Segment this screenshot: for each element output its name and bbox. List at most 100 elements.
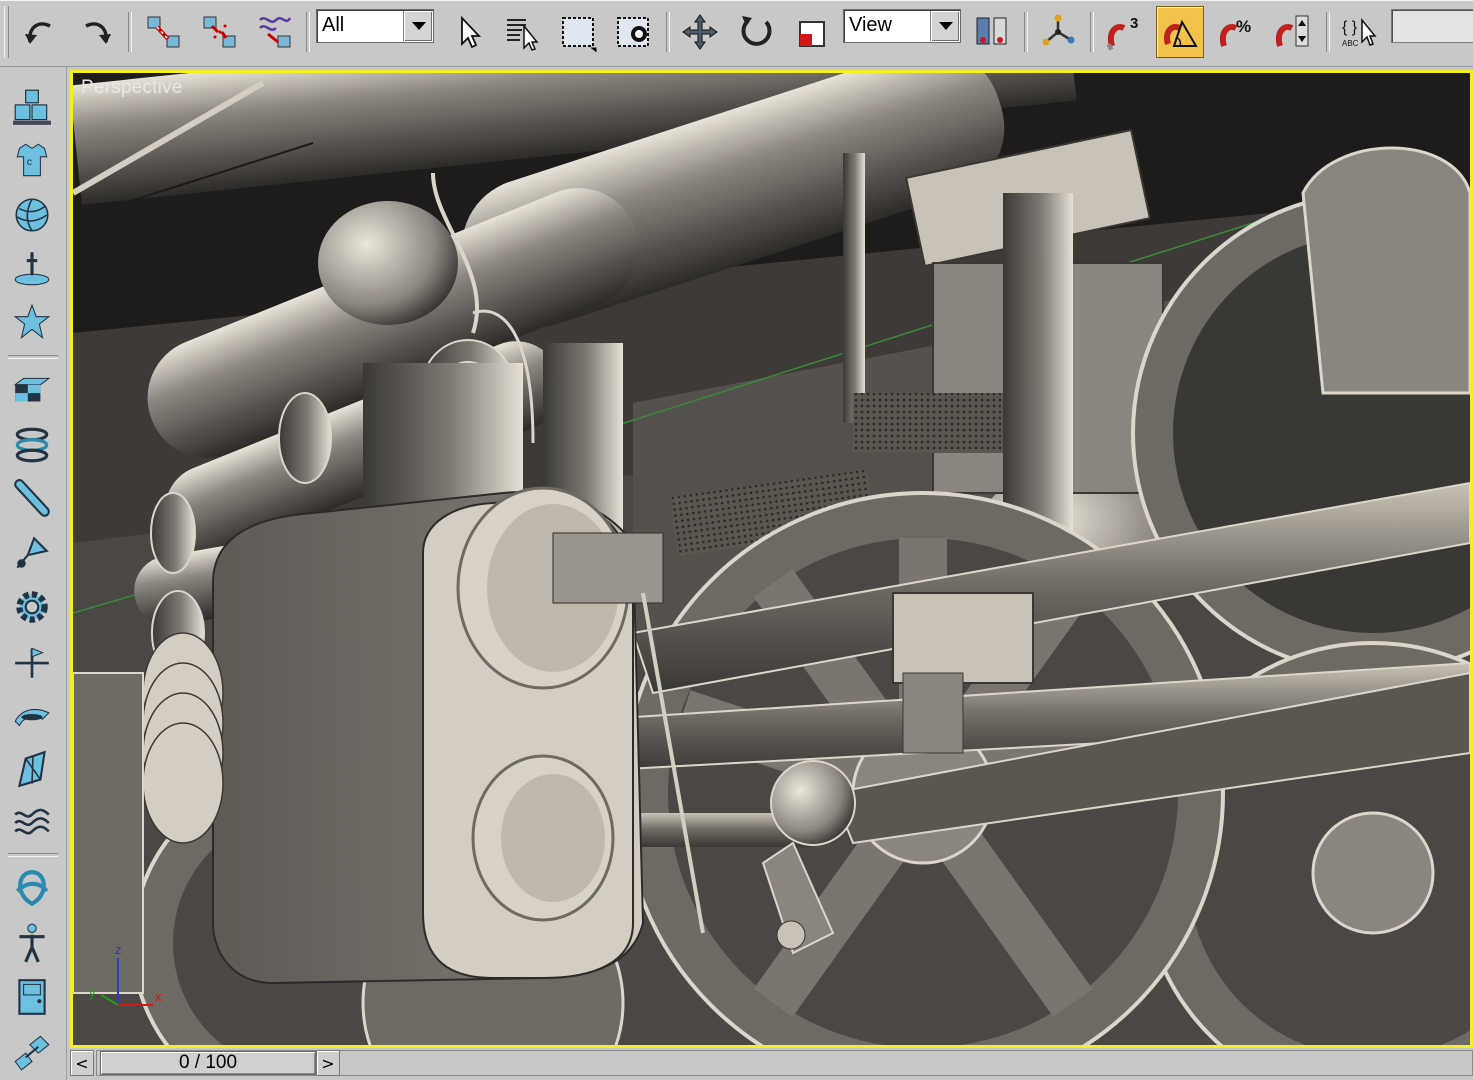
helpers-icon <box>15 647 49 678</box>
wave-icon <box>14 808 50 835</box>
percent-snap-toggle-button[interactable]: % <box>1212 6 1260 58</box>
wave-button[interactable] <box>8 799 56 847</box>
bind-to-space-warp-button[interactable] <box>252 6 300 58</box>
spinner-snap-toggle-button[interactable] <box>1268 6 1316 58</box>
angle-snap-toggle-button[interactable] <box>1156 6 1204 58</box>
lights-button[interactable] <box>8 245 56 293</box>
move-icon <box>682 14 718 50</box>
particles-icon <box>13 303 51 340</box>
deform-button[interactable] <box>8 745 56 793</box>
gear-button[interactable] <box>8 583 56 631</box>
locomotive-render: z x y <box>73 73 1470 1045</box>
redo-button[interactable] <box>72 6 120 58</box>
time-prev-button[interactable]: < <box>70 1050 94 1076</box>
chevron-down-icon[interactable] <box>403 11 432 41</box>
pivot-center-button[interactable] <box>968 6 1016 58</box>
deform-icon <box>17 750 46 788</box>
select-by-name-button[interactable] <box>498 6 546 58</box>
unlink-icon <box>203 16 236 48</box>
arrow-cursor-icon <box>461 15 482 49</box>
toolbar-grip[interactable] <box>4 6 9 58</box>
link-icon <box>147 16 180 48</box>
axis-z-label: z <box>115 942 122 957</box>
space-warp-icon <box>259 17 292 48</box>
systems-button[interactable] <box>8 1027 56 1075</box>
snap-3d-icon: 3 <box>1104 15 1138 52</box>
lights-icon <box>14 252 50 286</box>
select-and-rotate-button[interactable] <box>732 6 780 58</box>
rect-selection-icon <box>562 17 597 52</box>
shapes-icon: c <box>16 143 48 177</box>
crossing-icon <box>617 17 649 47</box>
undo-icon <box>25 22 51 44</box>
chevron-right-icon: > <box>321 1053 335 1073</box>
named-selection-icon: { } ABC <box>1342 17 1377 48</box>
list-select-icon <box>507 19 539 51</box>
particles-button[interactable] <box>8 299 56 347</box>
shapes-button[interactable]: c <box>8 137 56 185</box>
camera-icon <box>16 536 49 569</box>
select-and-manipulate-button[interactable] <box>1034 6 1082 58</box>
selection-filter-value: All <box>322 14 345 36</box>
space-warp-icon <box>14 708 50 727</box>
command-bar: c <box>0 67 67 1080</box>
valve-chest <box>212 486 664 985</box>
selection-filter-dropdown[interactable]: All <box>316 9 434 43</box>
chevron-left-icon: < <box>75 1053 89 1073</box>
edit-named-selections-button[interactable]: { } ABC <box>1336 6 1384 58</box>
select-and-scale-button[interactable] <box>788 6 836 58</box>
svg-text:c: c <box>27 156 32 168</box>
svg-text:{ }: { } <box>1342 19 1358 36</box>
sphere-icon <box>15 198 49 232</box>
chevron-down-icon[interactable] <box>930 11 959 41</box>
time-slider-thumb[interactable]: 0 / 100 <box>100 1051 316 1075</box>
select-and-link-button[interactable] <box>140 6 188 58</box>
angle-snap-icon <box>1164 19 1198 47</box>
frame-counter: 0 / 100 <box>178 1052 238 1073</box>
create-objects-icon <box>13 89 51 125</box>
select-and-move-button[interactable] <box>676 6 724 58</box>
spring-stack <box>142 632 224 844</box>
select-object-button[interactable] <box>444 6 492 58</box>
unlink-selection-button[interactable] <box>196 6 244 58</box>
viewport-label[interactable]: Perspective <box>81 77 182 99</box>
rotate-icon <box>741 16 772 46</box>
tube-icon <box>14 479 50 517</box>
tube-button[interactable] <box>8 475 56 523</box>
rectangular-selection-button[interactable] <box>554 6 602 58</box>
create-objects-button[interactable] <box>8 83 56 131</box>
axis-y-label: y <box>89 985 96 1000</box>
manipulate-icon <box>1042 14 1075 46</box>
percent-snap-icon: % <box>1220 17 1251 47</box>
perspective-viewport[interactable]: z x y Perspective <box>70 70 1473 1048</box>
knot-button[interactable] <box>8 865 56 913</box>
snaps-toggle-button[interactable]: 3 <box>1100 6 1148 58</box>
window-crossing-button[interactable] <box>610 6 658 58</box>
undo-button[interactable] <box>16 6 64 58</box>
door-button[interactable] <box>8 973 56 1021</box>
materials-button[interactable] <box>8 367 56 415</box>
named-selection-field[interactable] <box>1391 9 1473 43</box>
knot-icon <box>15 870 49 907</box>
redo-icon <box>85 22 111 44</box>
pivot-icon <box>976 17 1007 45</box>
reference-coordinate-value: View <box>849 14 892 36</box>
scale-icon <box>799 21 825 47</box>
spinner-snap-icon <box>1276 15 1309 47</box>
svg-text:ABC: ABC <box>1342 39 1359 48</box>
biped-button[interactable] <box>8 919 56 967</box>
camera-button[interactable] <box>8 529 56 577</box>
time-next-button[interactable]: > <box>316 1050 340 1076</box>
materials-icon <box>13 377 51 402</box>
svg-text:%: % <box>1236 17 1251 36</box>
space-warps-button[interactable] <box>8 691 56 739</box>
door-icon <box>18 979 46 1015</box>
sphere-button[interactable] <box>8 191 56 239</box>
coil-button[interactable] <box>8 421 56 469</box>
axis-x-label: x <box>155 989 162 1004</box>
reference-coordinate-dropdown[interactable]: View <box>843 9 961 43</box>
helpers-button[interactable] <box>8 637 56 685</box>
time-slider: < 0 / 100 > <box>70 1048 1473 1080</box>
svg-text:3: 3 <box>1130 15 1138 32</box>
main-toolbar: All View 3 % {} ABC <box>0 0 1473 67</box>
